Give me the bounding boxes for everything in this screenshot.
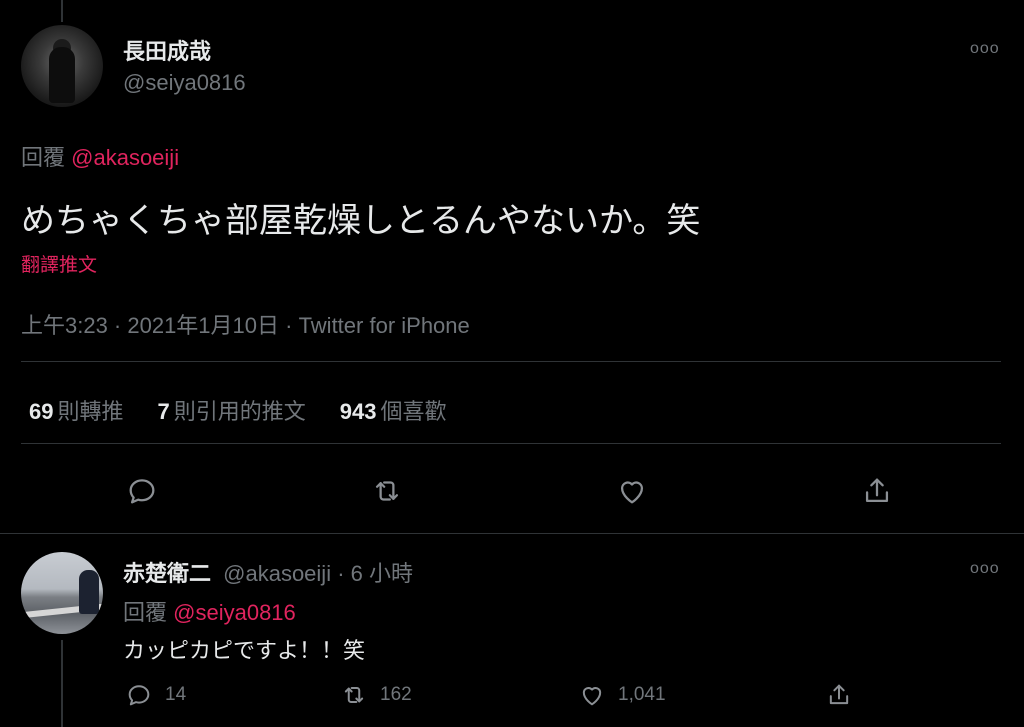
quotes-label: 則引用的推文 [173, 399, 306, 424]
reply-more-options-icon[interactable]: ooo [970, 560, 1000, 578]
retweet-icon [375, 481, 399, 501]
retweets-count: 69 [29, 399, 54, 424]
thread-line-bottom [61, 640, 63, 727]
reply-reply-button[interactable]: 14 [125, 681, 186, 709]
share-icon [829, 684, 849, 705]
thread-line-top [61, 0, 63, 22]
quotes-stat[interactable]: 7 則引用的推文 [158, 394, 306, 426]
likes-stat[interactable]: 943 個喜歡 [340, 394, 447, 426]
avatar-person-shape [79, 570, 99, 614]
retweets-stat[interactable]: 69 則轉推 [29, 394, 124, 426]
reply-prefix: 回覆 [21, 145, 66, 170]
tweet-separator [0, 533, 1024, 534]
reply-retweet-button[interactable]: 162 [340, 681, 412, 709]
author-handle[interactable]: @seiya0816 [123, 70, 246, 96]
reply-author-avatar[interactable] [21, 552, 103, 634]
reply-text: カッピカピですよ！！笑 [123, 638, 366, 663]
reply-prefix: 回覆 [123, 600, 168, 625]
reply-context: 回覆 @seiya0816 [123, 595, 296, 627]
translate-tweet-link[interactable]: 翻譯推文 [21, 250, 97, 277]
reply-time[interactable]: · 6 小時 [337, 561, 413, 586]
comment-icon [129, 479, 155, 504]
heart-icon [582, 687, 602, 706]
divider [21, 361, 1001, 362]
retweets-label: 則轉推 [57, 399, 124, 424]
like-count: 1,041 [618, 684, 666, 705]
reply-button[interactable] [125, 474, 159, 508]
quotes-count: 7 [157, 399, 170, 424]
heart-icon [620, 481, 644, 504]
author-avatar[interactable] [21, 25, 103, 107]
tweet-meta[interactable]: 上午3:23 · 2021年1月10日 · Twitter for iPhone [21, 308, 470, 340]
share-button[interactable] [860, 474, 894, 508]
reply-like-button[interactable]: 1,041 [578, 681, 666, 709]
retweet-count: 162 [380, 684, 412, 705]
reply-to-link[interactable]: @akasoeiji [71, 145, 179, 170]
like-button[interactable] [615, 474, 649, 508]
divider [21, 443, 1001, 444]
reply-to-link[interactable]: @seiya0816 [173, 600, 296, 625]
reply-share-button[interactable] [825, 681, 853, 709]
likes-count: 943 [339, 399, 377, 424]
reply-header: 赤楚衛二 @akasoeiji · 6 小時 [123, 556, 413, 588]
share-icon [865, 478, 889, 503]
tweet-stats: 69 則轉推 7 則引用的推文 943 個喜歡 [29, 394, 447, 426]
reply-count: 14 [165, 684, 187, 705]
retweet-button[interactable] [370, 474, 404, 508]
author-name[interactable]: 長田成哉 [123, 34, 211, 66]
likes-label: 個喜歡 [380, 399, 447, 424]
reply-author-handle[interactable]: @akasoeiji [223, 561, 331, 586]
tweet-text: めちゃくちゃ部屋乾燥しとるんやないか。笑 [21, 202, 701, 240]
comment-icon [128, 685, 150, 706]
reply-author-name[interactable]: 赤楚衛二 [123, 561, 211, 586]
more-options-icon[interactable]: ooo [970, 40, 1000, 58]
reply-context: 回覆 @akasoeiji [21, 140, 179, 172]
retweet-icon [344, 687, 364, 703]
avatar-figure-shape [49, 47, 75, 103]
